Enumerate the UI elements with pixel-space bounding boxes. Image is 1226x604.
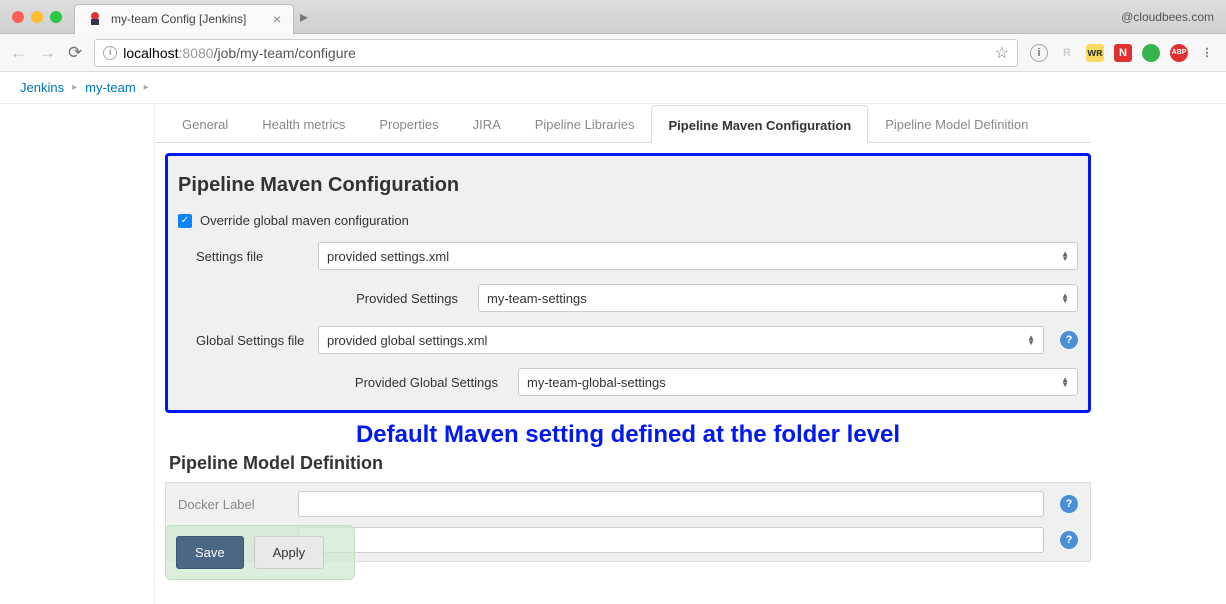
extension-green-icon[interactable] [1142,44,1160,62]
tab-title: my-team Config [Jenkins] [111,12,265,26]
info-icon[interactable]: i [103,46,117,60]
pipeline-maven-section: Pipeline Maven Configuration ✓ Override … [165,153,1091,413]
extension-n-icon[interactable]: N [1114,44,1132,62]
breadcrumb-sep-icon: ▸ [144,82,149,93]
breadcrumb: Jenkins ▸ my-team ▸ [0,72,1226,104]
registry-input[interactable] [298,527,1044,553]
config-tabs: General Health metrics Properties JIRA P… [155,104,1091,143]
extension-abp-icon[interactable]: ABP [1170,44,1188,62]
url-bar: ← → ⟳ i localhost:8080/job/my-team/confi… [0,34,1226,72]
browser-tab[interactable]: my-team Config [Jenkins] × [74,4,294,34]
provided-global-select[interactable]: my-team-global-settings ▲▼ [518,368,1078,396]
settings-file-label: Settings file [178,249,308,264]
tab-general[interactable]: General [165,104,245,142]
global-settings-label: Global Settings file [178,333,308,348]
global-settings-select[interactable]: provided global settings.xml ▲▼ [318,326,1044,354]
select-arrows-icon: ▲▼ [1027,335,1035,345]
apply-button[interactable]: Apply [254,536,325,569]
tab-pipeline-model[interactable]: Pipeline Model Definition [868,104,1045,142]
select-arrows-icon: ▲▼ [1061,293,1069,303]
breadcrumb-item[interactable]: my-team [85,80,136,95]
tab-pipeline-libraries[interactable]: Pipeline Libraries [518,104,652,142]
pipeline-model-heading: Pipeline Model Definition [165,453,1091,474]
bookmark-star-icon[interactable]: ☆ [995,43,1009,63]
global-settings-value: provided global settings.xml [327,333,487,348]
override-checkbox[interactable]: ✓ [178,214,192,228]
url-path: /job/my-team/configure [214,45,356,61]
provided-global-value: my-team-global-settings [527,375,666,390]
url-host: localhost [123,45,178,61]
extension-icons: i R wʀ N ABP ⋮ [1030,44,1216,62]
back-icon[interactable]: ← [10,43,27,63]
forward-icon: → [39,43,56,63]
settings-file-select[interactable]: provided settings.xml ▲▼ [318,242,1078,270]
jenkins-favicon-icon [87,11,103,27]
select-arrows-icon: ▲▼ [1061,377,1069,387]
tab-jira[interactable]: JIRA [456,104,518,142]
provided-settings-select[interactable]: my-team-settings ▲▼ [478,284,1078,312]
override-label: Override global maven configuration [200,213,409,228]
docker-label-input[interactable] [298,491,1044,517]
new-tab-icon[interactable]: ▸ [300,7,308,27]
save-button[interactable]: Save [176,536,244,569]
action-bar: Save Apply [165,525,355,580]
settings-file-value: provided settings.xml [327,249,449,264]
section-heading: Pipeline Maven Configuration [178,174,1078,197]
reload-icon[interactable]: ⟳ [68,43,82,63]
menu-dots-icon[interactable]: ⋮ [1198,44,1216,62]
tab-properties[interactable]: Properties [362,104,455,142]
minimize-window-icon[interactable] [31,11,43,23]
breadcrumb-root[interactable]: Jenkins [20,80,64,95]
browser-tab-bar: my-team Config [Jenkins] × ▸ @cloudbees.… [0,0,1226,34]
breadcrumb-sep-icon: ▸ [72,82,77,93]
left-sidebar [0,104,155,604]
close-tab-icon[interactable]: × [273,11,281,27]
help-icon[interactable]: ? [1060,531,1078,549]
window-controls [12,11,62,23]
docker-label-label: Docker Label [178,497,288,512]
close-window-icon[interactable] [12,11,24,23]
address-bar[interactable]: i localhost:8080/job/my-team/configure ☆ [94,39,1018,67]
provided-global-label: Provided Global Settings [178,375,508,390]
site-info-icon[interactable]: i [1030,44,1048,62]
tab-pipeline-maven[interactable]: Pipeline Maven Configuration [651,105,868,143]
maximize-window-icon[interactable] [50,11,62,23]
cloudbees-label: @cloudbees.com [1121,10,1214,24]
select-arrows-icon: ▲▼ [1061,251,1069,261]
extension-r-icon[interactable]: R [1058,44,1076,62]
extension-wr-icon[interactable]: wʀ [1086,44,1104,62]
annotation-text: Default Maven setting defined at the fol… [165,421,1091,449]
help-icon[interactable]: ? [1060,331,1078,349]
provided-settings-value: my-team-settings [487,291,587,306]
url-port: :8080 [179,45,214,61]
provided-settings-label: Provided Settings [178,291,468,306]
tab-health-metrics[interactable]: Health metrics [245,104,362,142]
help-icon[interactable]: ? [1060,495,1078,513]
